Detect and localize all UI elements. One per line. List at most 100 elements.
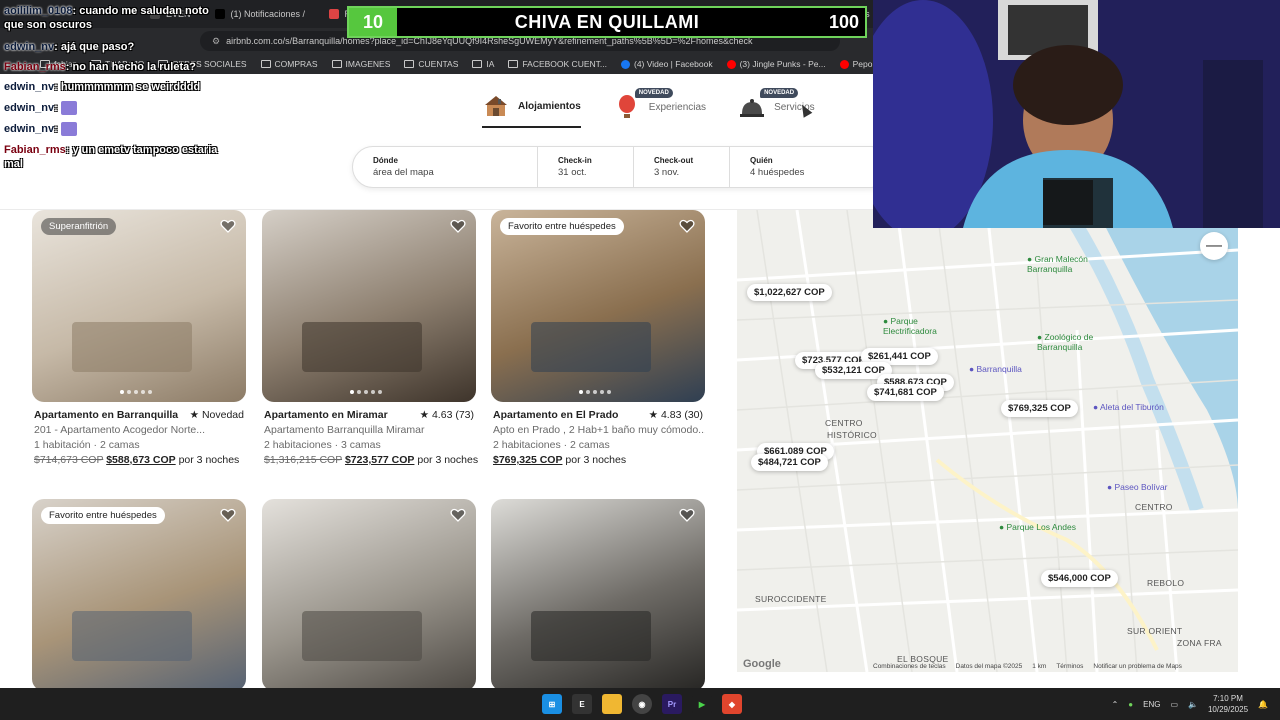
price-pin[interactable]: $741,681 COP (867, 384, 944, 401)
listing-photo[interactable] (262, 210, 476, 402)
search-checkin-field[interactable]: Check-in 31 oct. (537, 147, 633, 187)
results-map[interactable]: — $1,022,627 COP $723,577 COP $261,441 COP… (737, 210, 1238, 672)
price-pin[interactable]: $484,721 COP (751, 454, 828, 471)
guests-label: Quién (750, 156, 773, 165)
discounted-price[interactable]: $588,673 COP (106, 454, 175, 466)
nav-experiencias[interactable]: NOVEDAD Experiencias (613, 88, 706, 128)
app-icon[interactable]: E (572, 694, 592, 714)
chat-message: Fabian_rms: no han hecho la ruleta? (4, 60, 196, 74)
notification-bell-icon[interactable]: 🔔 (1258, 700, 1268, 709)
map-footer-link[interactable]: Combinaciones de teclas (873, 663, 946, 670)
novedad-badge: NOVEDAD (634, 88, 673, 98)
bookmark-label: (3) Jingle Punks - Pe... (739, 59, 826, 69)
chat-text: hummmmmm se weirdddd (60, 81, 201, 93)
map-poi[interactable]: ● Parque Los Andes (999, 522, 1089, 532)
checkin-value: 31 oct. (558, 167, 587, 178)
start-windows-icon[interactable]: ⊞ (542, 694, 562, 714)
listing-badge: Favorito entre huéspedes (500, 218, 624, 235)
discounted-price[interactable]: $769,325 COP (493, 454, 562, 466)
emote-icon (60, 122, 77, 137)
listing-description: 201 - Apartamento Acogedor Norte... (34, 424, 206, 436)
service-bell-icon (740, 99, 765, 117)
nav-alojamientos[interactable]: Alojamientos (482, 94, 581, 128)
listings-grid: Superanfitrión Apartamento en Barranquill… (0, 210, 737, 691)
heart-icon[interactable] (679, 507, 695, 523)
poi-label: Gran Malecón Barranquilla (1027, 254, 1088, 274)
listing-photo[interactable]: Superanfitrión (32, 210, 246, 402)
bookmark-label: IMAGENES (345, 59, 391, 69)
clock-date: 10/29/2025 (1207, 705, 1249, 714)
price-pin[interactable]: $1,022,627 COP (747, 284, 832, 301)
map-poi[interactable]: ● Paseo Bolívar (1107, 482, 1197, 492)
listing-badge: Favorito entre huéspedes (41, 507, 165, 524)
microphone-icon[interactable]: ● (1128, 700, 1133, 709)
search-guests-field[interactable]: Quién 4 huéspedes (729, 147, 859, 187)
chat-separator: : (54, 41, 61, 53)
discounted-price[interactable]: $723,577 COP (345, 454, 414, 466)
listing-card[interactable]: Favorito entre huéspedes (32, 499, 246, 691)
heart-icon[interactable] (220, 218, 236, 234)
chevron-up-icon[interactable]: ⌃ (1112, 700, 1119, 709)
heart-icon[interactable] (450, 218, 466, 234)
search-bar[interactable]: Dónde área del mapa Check-in 31 oct. Che… (352, 146, 892, 188)
green-app-icon[interactable]: ▶ (692, 694, 712, 714)
price-nights: por 3 noches (417, 454, 479, 466)
volume-icon[interactable]: 🔈 (1188, 700, 1198, 709)
heart-icon[interactable] (679, 218, 695, 234)
listing-title: Apartamento en El Prado (493, 409, 619, 421)
map-poi[interactable]: ● Aleta del Tiburón (1093, 402, 1183, 412)
map-poi[interactable]: ● Zoológico de Barranquilla (1037, 332, 1127, 352)
listing-card[interactable]: Apartamento en Miramar ★ 4.63 (73) Apartam… (262, 210, 479, 468)
heart-icon[interactable] (220, 507, 236, 523)
price-nights: por 3 noches (565, 454, 627, 466)
heart-icon[interactable] (450, 507, 466, 523)
price-pin[interactable]: $769,325 COP (1001, 400, 1078, 417)
brave-browser-icon[interactable]: ◆ (722, 694, 742, 714)
windows-taskbar: ⊞ E ◉ Pr ▶ ◆ ⌃ ● ENG ▭ 🔈 7:10 PM 10/29/2… (0, 688, 1280, 720)
search-where-field[interactable]: Dónde área del mapa (353, 147, 537, 187)
map-marker-icon: ● (969, 364, 977, 374)
bookmark-item[interactable]: IA (472, 59, 494, 69)
map-footer-link[interactable]: 1 km (1032, 663, 1046, 670)
map-footer-link[interactable]: Datos del mapa ©2025 (956, 663, 1023, 670)
bookmark-item[interactable]: IMAGENES (331, 59, 391, 69)
file-explorer-icon[interactable] (602, 694, 622, 714)
map-footer-link[interactable]: Notificar un problema de Maps (1093, 663, 1182, 670)
clock[interactable]: 7:10 PM 10/29/2025 (1208, 693, 1248, 715)
youtube-icon (839, 59, 849, 69)
map-poi[interactable]: ● Barranquilla (969, 364, 1059, 374)
listing-photo[interactable]: Favorito entre huéspedes (32, 499, 246, 691)
listing-card[interactable] (262, 499, 476, 691)
language-indicator[interactable]: ENG (1143, 700, 1160, 709)
network-icon[interactable]: ▭ (1170, 700, 1178, 709)
chat-message: edwin_nv: (4, 101, 77, 116)
bookmark-item[interactable]: CUENTAS (404, 59, 458, 69)
folder-icon (472, 60, 483, 68)
bookmark-item[interactable]: COMPRAS (260, 59, 318, 69)
bookmark-item[interactable]: FACEBOOK CUENT... (508, 59, 607, 69)
price-pin[interactable]: $546,000 COP (1041, 570, 1118, 587)
carousel-dots (350, 390, 382, 394)
page-margin (1238, 228, 1280, 688)
map-footer-link[interactable]: Términos (1056, 663, 1083, 670)
chat-message: edwin_nv: (4, 122, 77, 137)
listing-card[interactable]: Superanfitrión Apartamento en Barranquill… (32, 210, 246, 468)
listing-photo[interactable] (491, 499, 705, 691)
listing-card[interactable] (491, 499, 705, 691)
tab-favicon-icon (328, 9, 339, 19)
map-poi[interactable]: ● Gran Malecón Barranquilla (1027, 254, 1117, 274)
obs-icon[interactable]: ◉ (632, 694, 652, 714)
listing-photo[interactable]: Favorito entre huéspedes (491, 210, 705, 402)
map-poi[interactable]: ● Parque Electrificadora (883, 316, 973, 336)
listing-photo[interactable] (262, 499, 476, 691)
search-checkout-field[interactable]: Check-out 3 nov. (633, 147, 729, 187)
score-title: CHIVA EN QUILLAMI (514, 11, 700, 32)
listing-card[interactable]: Favorito entre huéspedes Apartamento en E… (491, 210, 705, 468)
novedad-badge: NOVEDAD (760, 88, 799, 98)
bookmark-item[interactable]: (4) Video | Facebook (620, 59, 713, 69)
bookmark-item[interactable]: (3) Jingle Punks - Pe... (726, 59, 826, 69)
map-marker-icon: ● (999, 522, 1007, 532)
zoom-out-button[interactable]: — (1200, 232, 1228, 260)
map-area-label: SUROCCIDENTE (755, 594, 827, 604)
premiere-pro-icon[interactable]: Pr (662, 694, 682, 714)
